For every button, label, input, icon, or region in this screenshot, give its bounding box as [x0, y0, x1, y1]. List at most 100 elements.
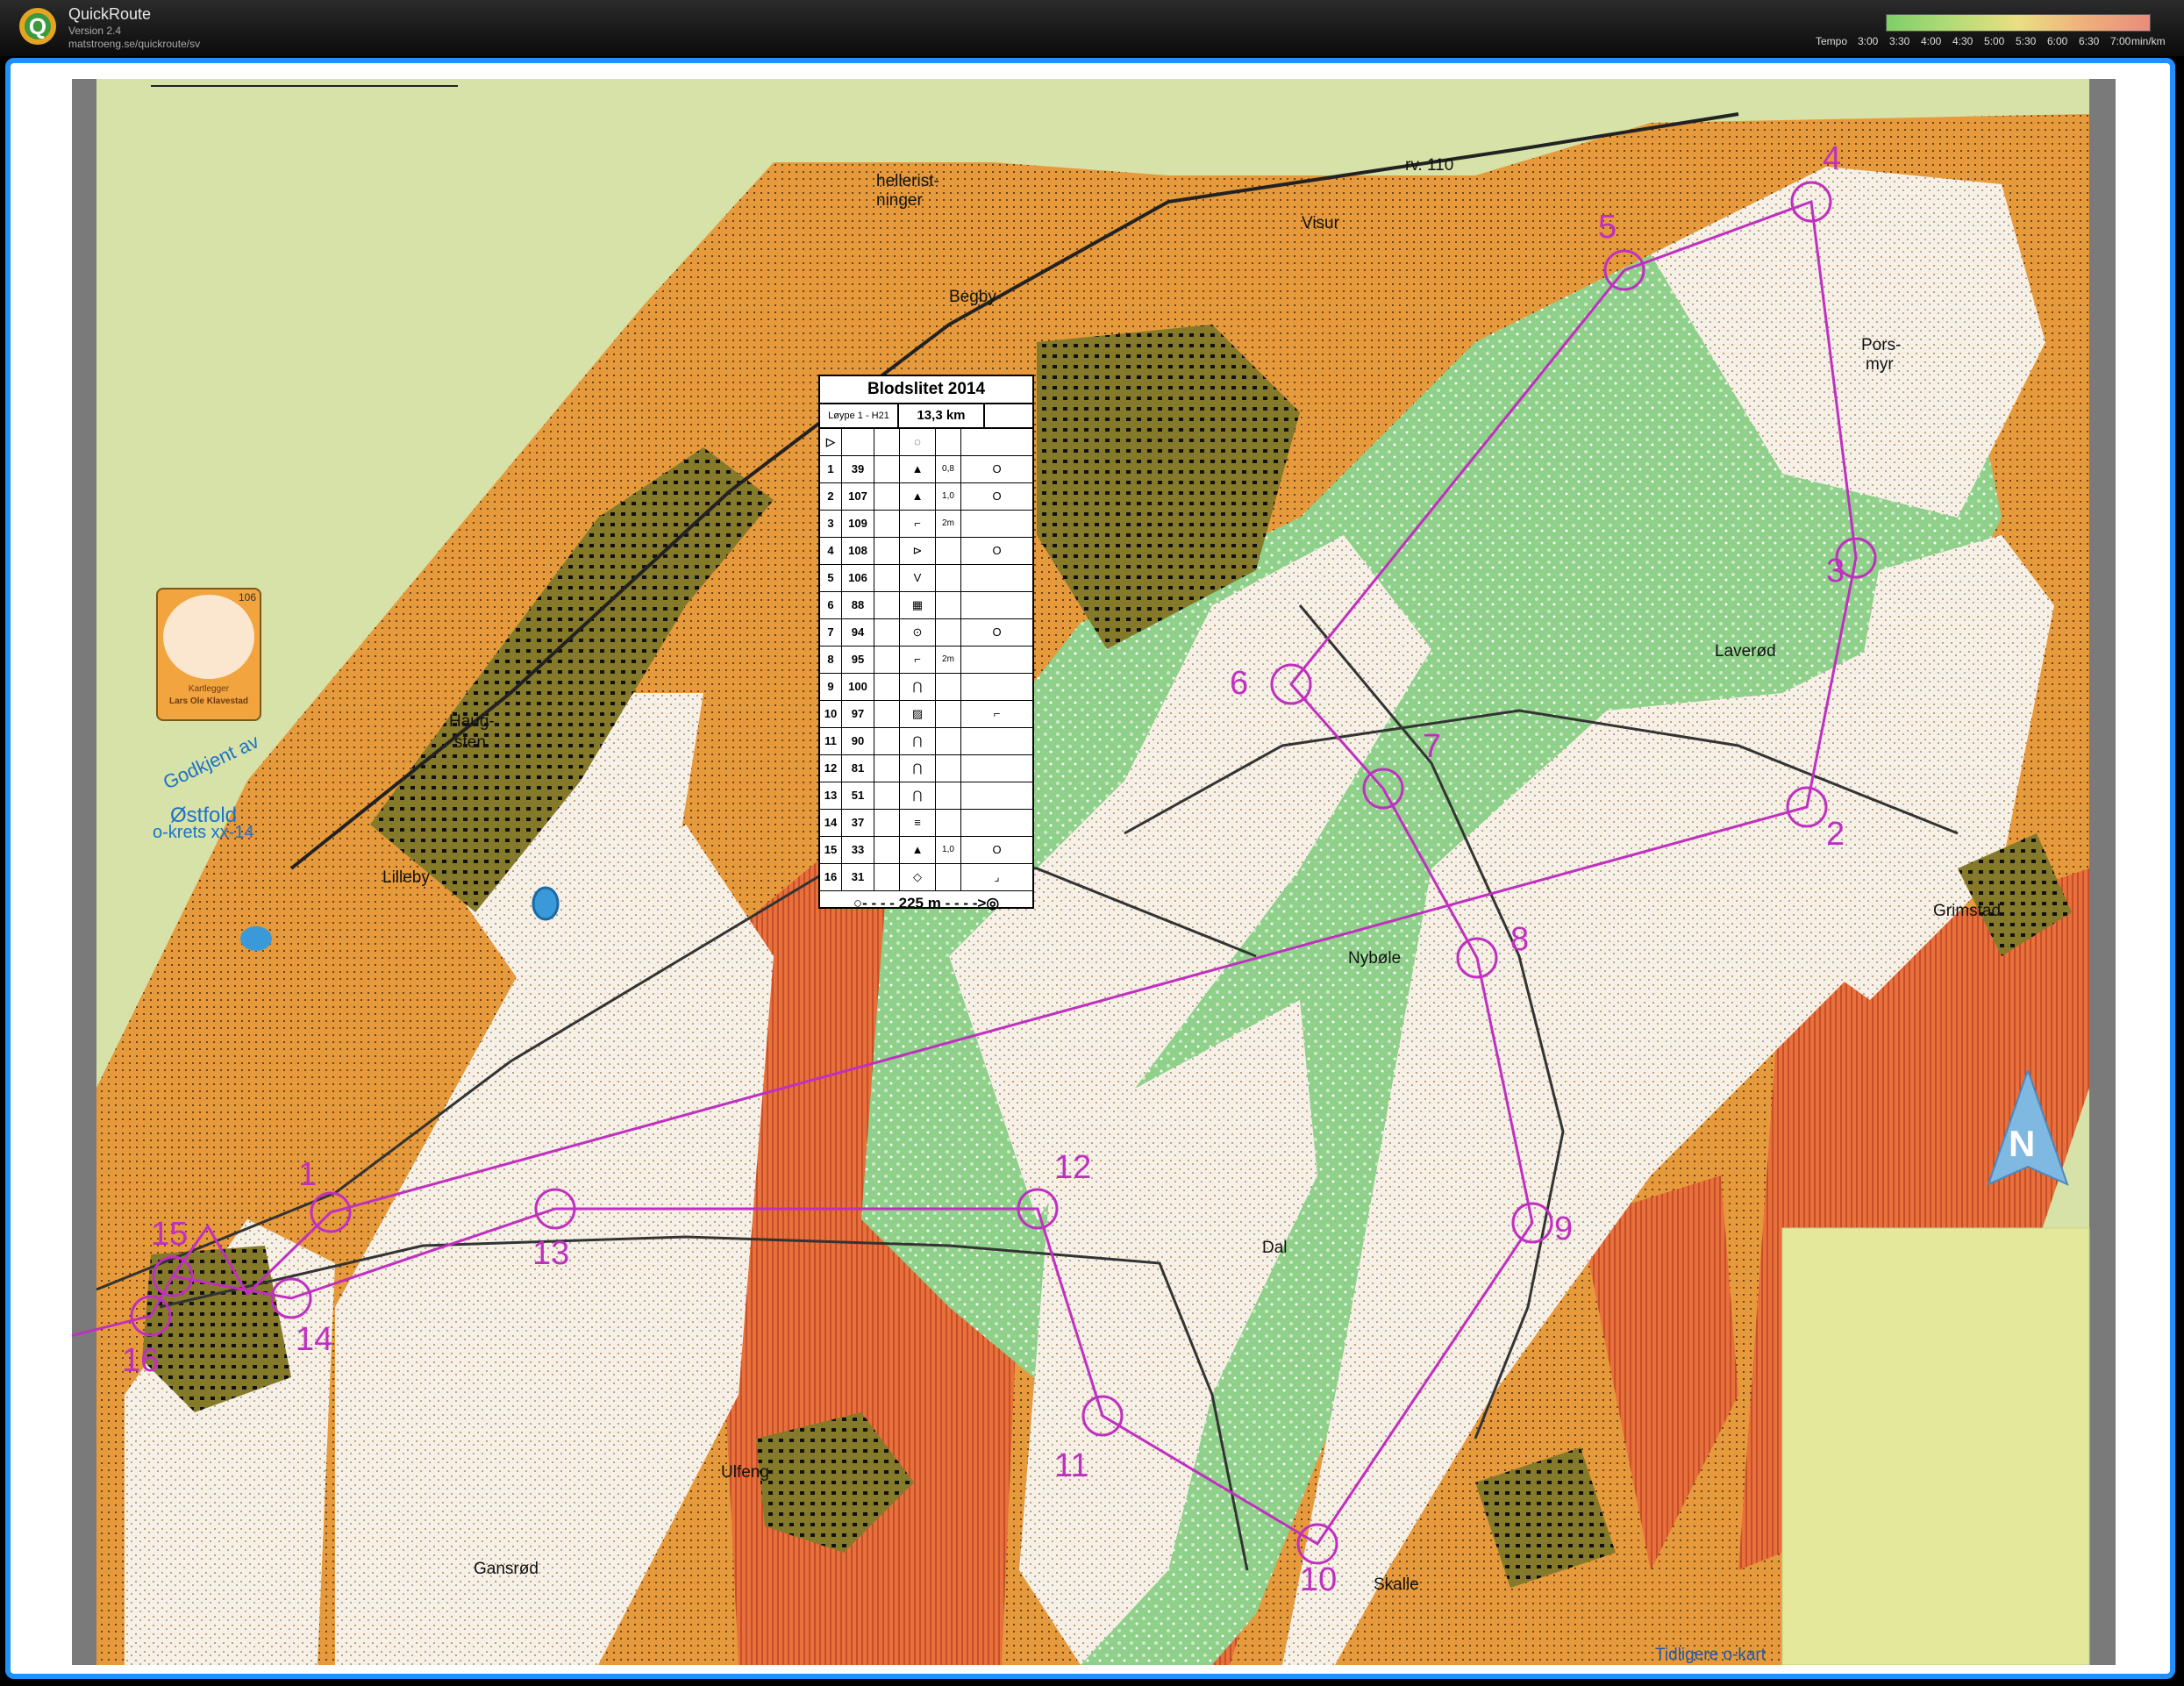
card-cell-d: 1,0: [936, 483, 961, 510]
card-cell-d: [936, 864, 961, 890]
card-row: 14 37 ≡: [820, 810, 1032, 837]
control-number-8: 8: [1510, 921, 1530, 958]
control-number-15: 15: [151, 1216, 189, 1253]
card-cell-empty: [874, 701, 900, 727]
card-row: 7 94 ⊙ O: [820, 619, 1032, 647]
control-number-10: 10: [1300, 1561, 1338, 1598]
card-cell-code: 106: [842, 565, 874, 591]
app-title: QuickRoute: [68, 5, 152, 23]
card-cell-empty: [874, 674, 900, 700]
card-row: 12 81 ⋂: [820, 755, 1032, 782]
card-cell-n: 14: [820, 810, 842, 836]
tempo-tick: 4:00: [1921, 35, 1942, 47]
control-number-3: 3: [1826, 553, 1845, 589]
card-cell-code: 90: [842, 728, 874, 754]
card-cell-f: ⊙: [900, 619, 936, 646]
card-cell-empty: [874, 647, 900, 673]
card-cell-empty: [874, 483, 900, 510]
card-cell-f: ⌐: [900, 511, 936, 537]
place-label: Nybøle: [1348, 949, 1402, 968]
card-cell-d: [936, 538, 961, 564]
place-label: rv. 110: [1405, 156, 1454, 175]
card-cell-o: O: [992, 843, 1002, 856]
tempo-tick: 6:00: [2047, 35, 2068, 47]
card-cell-d: [936, 810, 961, 836]
control-number-14: 14: [296, 1321, 333, 1358]
card-cell-f: ⋂: [900, 782, 936, 809]
card-cell-code: 81: [842, 755, 874, 782]
mapper-badge-line1: Kartlegger: [188, 684, 230, 694]
title-bar: Q QuickRoute Version 2.4 matstroeng.se/q…: [0, 0, 2184, 56]
tempo-tick: 7:00: [2110, 35, 2131, 47]
card-cell-code: 37: [842, 810, 874, 836]
card-row: 16 31 ◇ ⌟: [820, 864, 1032, 891]
card-cell-code: 33: [842, 837, 874, 863]
card-cell-f: ▲: [900, 456, 936, 482]
card-cell-code: 94: [842, 619, 874, 646]
tempo-tick: 3:30: [1889, 35, 1910, 47]
card-cell-o: [961, 647, 1032, 673]
card-cell-o: [961, 728, 1032, 754]
card-cell-code: 100: [842, 674, 874, 700]
card-row: 10 97 ▨ ⌐: [820, 701, 1032, 728]
card-cell-f: ▨: [900, 701, 936, 727]
card-cell-f: ⌐: [900, 647, 936, 673]
control-number-1: 1: [298, 1156, 318, 1193]
card-cell-empty: [874, 538, 900, 564]
card-cell-code: 107: [842, 483, 874, 510]
card-cell-d: [936, 728, 961, 754]
card-cell-f: ▲: [900, 837, 936, 863]
card-cell-empty: [874, 728, 900, 754]
card-cell-n: 4: [820, 538, 842, 564]
card-cell-d: 2m: [936, 647, 961, 673]
card-cell-empty: [874, 837, 900, 863]
card-cell-f: ⋂: [900, 728, 936, 754]
app-url[interactable]: matstroeng.se/quickroute/sv: [68, 38, 200, 50]
card-cell-empty: [874, 619, 900, 646]
course-overlay: [72, 181, 1877, 1565]
card-cell-n: 3: [820, 511, 842, 537]
card-cell-o: [961, 810, 1032, 836]
card-row: 3 109 ⌐ 2m: [820, 511, 1032, 538]
card-cell-n: 8: [820, 647, 842, 673]
orienteering-map[interactable]: 1 2 3 4 5 6 7 8 9 10 11 12 13 14 15 16 r…: [72, 79, 2116, 1665]
card-cell-d: 1,0: [936, 837, 961, 863]
control-number-5: 5: [1598, 209, 1617, 246]
card-cell-d: [936, 674, 961, 700]
control-number-12: 12: [1054, 1149, 1092, 1186]
card-cell-f: ⊳: [900, 538, 936, 564]
place-label: Grimstad: [1933, 902, 2002, 920]
card-cell-n: 12: [820, 755, 842, 782]
card-cell-empty: [874, 755, 900, 782]
card-cell-o: O: [992, 489, 1002, 503]
place-label: myr: [1866, 355, 1894, 374]
card-cell-f: ▲: [900, 483, 936, 510]
card-cell-code: 51: [842, 782, 874, 809]
card-cell-o: ⌟: [994, 870, 1000, 883]
control-number-9: 9: [1554, 1211, 1574, 1247]
card-cell-d: [936, 619, 961, 646]
card-cell-f: ⋂: [900, 755, 936, 782]
card-cell-d: 2m: [936, 511, 961, 537]
place-label: ninger: [876, 191, 923, 210]
mapper-badge: 106 Kartlegger Lars Ole Klavestad: [156, 588, 261, 721]
mapper-logo-icon: [163, 595, 254, 679]
card-row: 4 108 ⊳ O: [820, 538, 1032, 565]
card-cell-n: 7: [820, 619, 842, 646]
north-label: N: [2009, 1123, 2036, 1164]
card-cell-o: [961, 565, 1032, 591]
tempo-tick: 6:30: [2079, 35, 2100, 47]
card-cell-f: ≡: [900, 810, 936, 836]
card-start-row: ▷ ◌: [820, 429, 1032, 456]
control-number-6: 6: [1230, 665, 1249, 702]
card-cell-n: 15: [820, 837, 842, 863]
control-number-4: 4: [1823, 140, 1842, 177]
control-number-7: 7: [1423, 728, 1442, 765]
card-cell-o: [961, 592, 1032, 618]
card-cell-d: [936, 565, 961, 591]
place-label: Gansrød: [474, 1560, 539, 1578]
card-cell-n: 11: [820, 728, 842, 754]
card-row: 15 33 ▲ 1,0 O: [820, 837, 1032, 864]
card-cell-empty: [874, 810, 900, 836]
card-cell-n: 5: [820, 565, 842, 591]
